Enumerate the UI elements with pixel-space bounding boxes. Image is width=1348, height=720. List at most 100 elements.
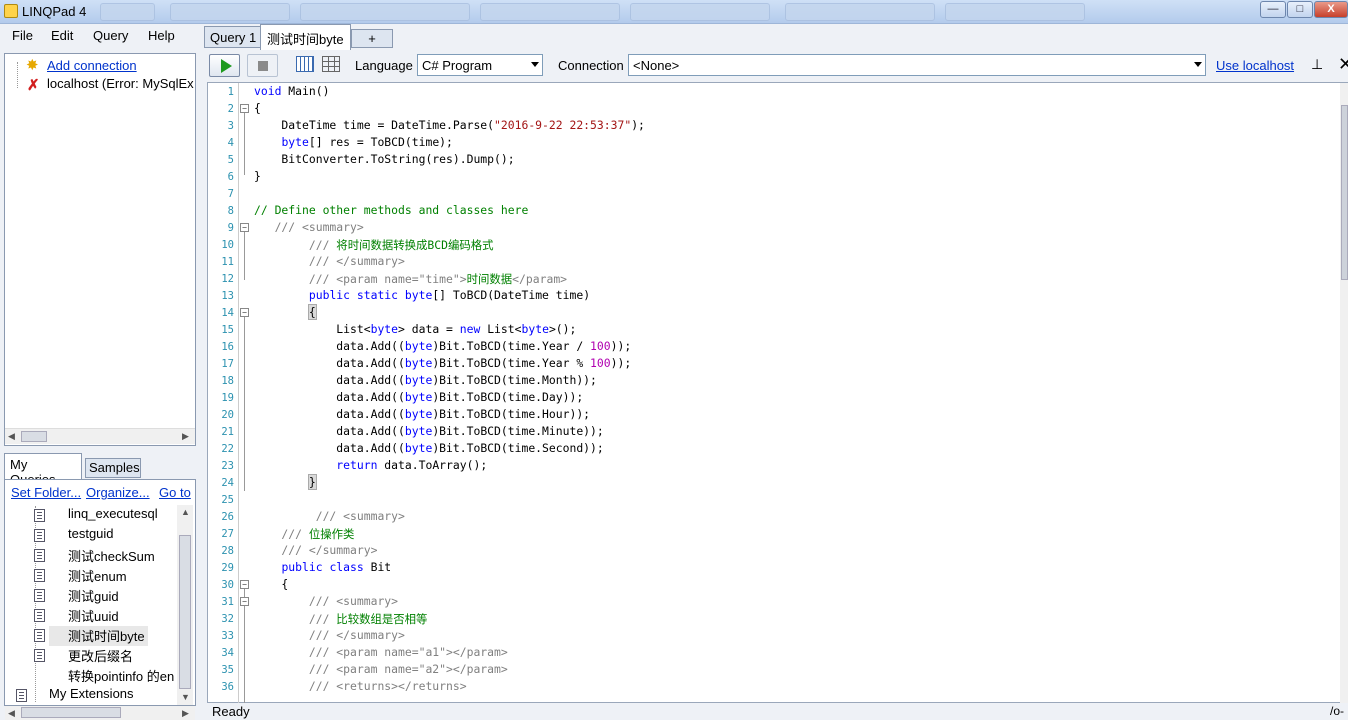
localhost-connection-item[interactable]: localhost (Error: MySqlEx: [47, 76, 195, 91]
code-token: Main(): [281, 84, 330, 98]
menu-file[interactable]: File: [12, 28, 33, 43]
code-token: )Bit.ToBCD(time.Minute));: [432, 424, 604, 438]
code-line: {: [254, 304, 317, 320]
tab-query-1[interactable]: Query 1: [204, 26, 263, 48]
fold-toggle-icon[interactable]: −: [240, 580, 249, 589]
code-token: </param>: [512, 272, 568, 286]
code-token: return: [336, 458, 378, 472]
results-to-grid-icon[interactable]: [322, 56, 340, 72]
code-token: data.Add((: [336, 390, 405, 404]
new-tab-button[interactable]: +: [351, 29, 393, 48]
query-file-icon: [34, 629, 45, 642]
menu-edit[interactable]: Edit: [51, 28, 73, 43]
language-dropdown[interactable]: C# Program: [417, 54, 543, 76]
pin-icon[interactable]: ⊥: [1311, 56, 1323, 73]
line-number: 20: [221, 409, 234, 421]
fold-toggle-icon[interactable]: −: [240, 308, 249, 317]
code-line: data.Add((byte)Bit.ToBCD(time.Year % 100…: [254, 356, 631, 370]
taskbar-ghost-tab: [100, 3, 155, 21]
query-file-icon: [34, 529, 45, 542]
scroll-down-arrow-icon[interactable]: ▼: [181, 692, 190, 702]
query-item[interactable]: 测试uuid: [34, 606, 119, 626]
code-token: byte: [404, 339, 433, 353]
code-line: BitConverter.ToString(res).Dump();: [254, 152, 515, 166]
go-to-link[interactable]: Go to: [159, 485, 193, 500]
line-number: 7: [227, 188, 234, 200]
scroll-thumb[interactable]: [179, 535, 191, 689]
code-token: byte: [404, 407, 433, 421]
scroll-thumb[interactable]: [21, 431, 47, 442]
use-localhost-link[interactable]: Use localhost: [1216, 58, 1294, 73]
line-number: 4: [227, 137, 234, 149]
scroll-right-arrow-icon[interactable]: ▶: [182, 431, 189, 442]
close-icon[interactable]: ✕: [1338, 54, 1348, 75]
tab-current-query[interactable]: 测试时间byte: [260, 24, 351, 50]
fold-toggle-icon[interactable]: −: [240, 223, 249, 232]
run-play-icon[interactable]: [209, 54, 240, 77]
set-folder-link[interactable]: Set Folder...: [11, 485, 81, 500]
code-token: }: [307, 474, 317, 490]
code-editor[interactable]: 1 2 3 4 5 6 7 8 9 10 11 12 13 14 15 16 17 18 19 20 21 22 23 24 2…: [207, 82, 1348, 703]
connections-horizontal-scrollbar[interactable]: ◀ ▶: [5, 428, 195, 444]
my-extensions-item[interactable]: My Extensions: [16, 686, 134, 706]
line-number: 10: [221, 239, 234, 251]
taskbar-ghost-tab: [630, 3, 770, 21]
query-item[interactable]: 测试guid: [34, 586, 119, 606]
code-line: /// <param name="a1"></param>: [254, 645, 508, 659]
code-line: data.Add((byte)Bit.ToBCD(time.Year / 100…: [254, 339, 631, 353]
query-item[interactable]: linq_executesql: [34, 506, 158, 526]
query-toolbar: Language C# Program Connection <None> Us…: [204, 50, 1348, 80]
document-tabs: Query 1 测试时间byte +: [204, 24, 404, 50]
code-token: 时间数据: [466, 272, 513, 286]
code-token: data.ToArray();: [377, 458, 488, 472]
code-token: > data =: [398, 322, 460, 336]
organize-link[interactable]: Organize...: [86, 485, 150, 500]
results-to-rich-text-icon[interactable]: [296, 56, 314, 72]
maximize-button[interactable]: □: [1287, 1, 1313, 18]
scroll-right-arrow-icon[interactable]: ▶: [182, 708, 189, 719]
close-window-button[interactable]: X: [1314, 1, 1348, 18]
query-item[interactable]: 测试enum: [34, 566, 127, 586]
code-token: ));: [610, 356, 632, 370]
connection-dropdown[interactable]: <None>: [628, 54, 1206, 76]
scroll-up-arrow-icon[interactable]: ▲: [181, 507, 190, 517]
scroll-thumb[interactable]: [21, 707, 121, 718]
scroll-left-arrow-icon[interactable]: ◀: [8, 431, 15, 442]
line-number: 1: [227, 86, 234, 98]
code-line: /// <returns></returns>: [254, 679, 467, 693]
code-token: byte: [404, 424, 433, 438]
queries-vertical-scrollbar[interactable]: ▲ ▼: [177, 505, 193, 705]
tab-samples[interactable]: Samples: [85, 458, 141, 478]
line-number: 28: [221, 545, 234, 557]
code-token: data.Add((: [336, 339, 405, 353]
query-item-selected[interactable]: 测试时间byte: [34, 626, 148, 646]
query-item[interactable]: testguid: [34, 526, 114, 546]
add-connection-link[interactable]: Add connection: [47, 58, 137, 73]
query-item[interactable]: 测试checkSum: [34, 546, 155, 566]
tab-my-queries[interactable]: My Queries: [4, 453, 82, 487]
line-number: 17: [221, 358, 234, 370]
query-file-icon: [34, 509, 45, 522]
connections-panel: ✸ Add connection ✗ localhost (Error: MyS…: [4, 53, 196, 446]
code-token: [] ToBCD(DateTime time): [432, 288, 591, 302]
status-bar: Ready /o-: [204, 703, 1348, 720]
menu-query[interactable]: Query: [93, 28, 128, 43]
code-token: ///: [254, 527, 309, 541]
code-token: List<: [480, 322, 522, 336]
stop-icon[interactable]: [247, 54, 278, 77]
fold-toggle-icon[interactable]: −: [240, 104, 249, 113]
line-number: 23: [221, 460, 234, 472]
query-file-icon: [34, 649, 45, 662]
line-number: 33: [221, 630, 234, 642]
query-item[interactable]: 转换pointinfo 的en: [49, 666, 177, 686]
code-token: byte: [404, 390, 433, 404]
minimize-button[interactable]: —: [1260, 1, 1286, 18]
queries-horizontal-scrollbar[interactable]: ◀ ▶: [5, 706, 195, 720]
query-item[interactable]: 更改后缀名: [34, 646, 133, 666]
menu-help[interactable]: Help: [148, 28, 175, 43]
fold-toggle-icon[interactable]: −: [240, 597, 249, 606]
code-token: byte: [404, 373, 433, 387]
scroll-left-arrow-icon[interactable]: ◀: [8, 708, 15, 719]
scroll-thumb[interactable]: [1341, 105, 1348, 280]
code-token: )Bit.ToBCD(time.Year %: [432, 356, 591, 370]
